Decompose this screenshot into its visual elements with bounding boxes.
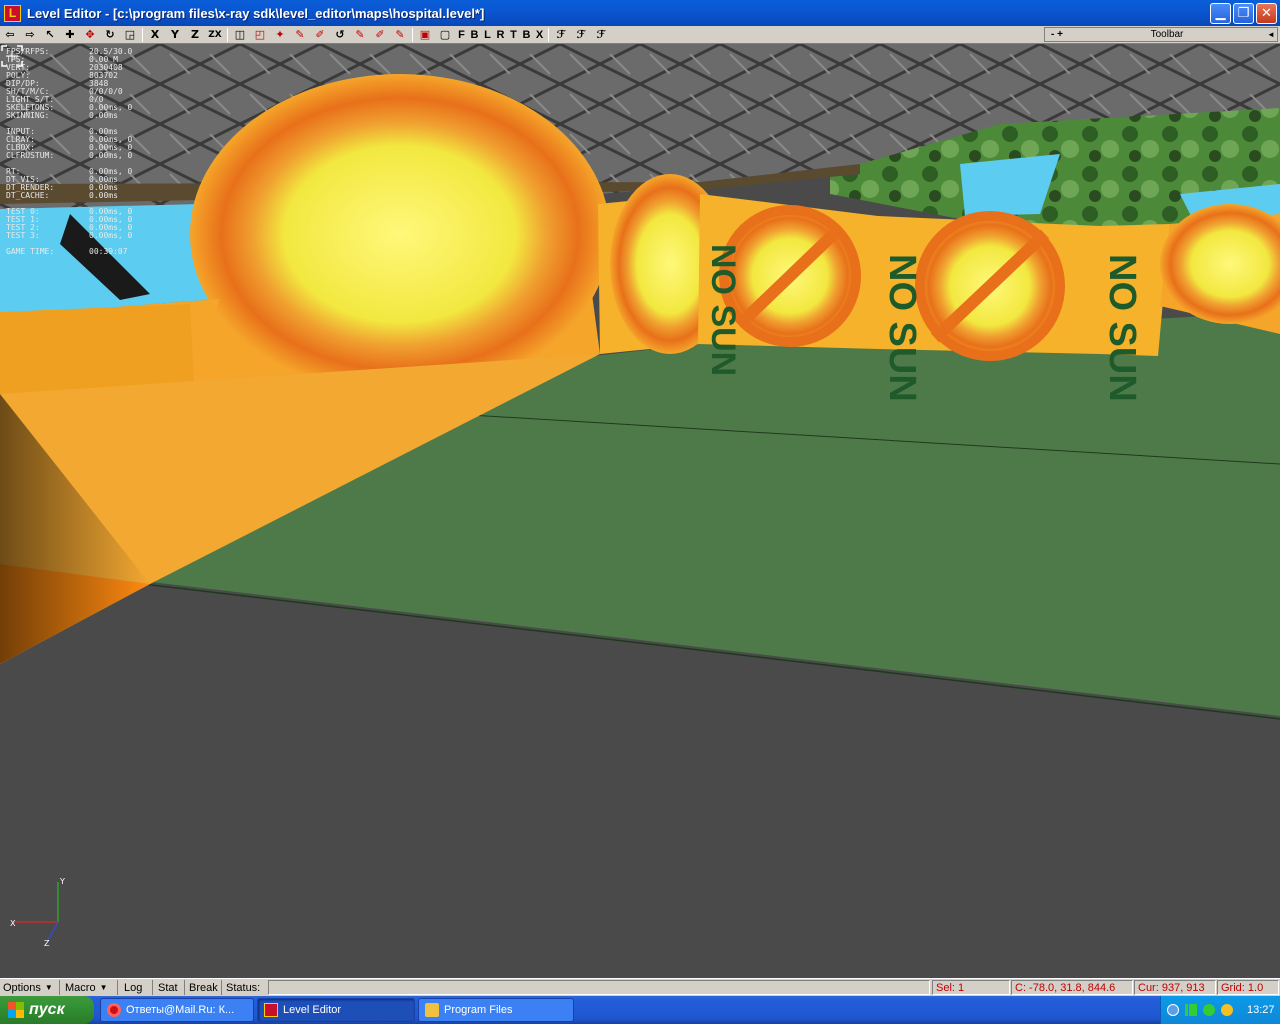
panel-title: Toolbar xyxy=(1150,29,1184,40)
stat-key: SKINNING: xyxy=(6,111,50,120)
billboard-text: NO SUN xyxy=(881,254,923,402)
stat-value: 0.00ms xyxy=(89,111,118,120)
zoom-extent-icon[interactable]: ▣ xyxy=(415,27,435,43)
axis-zx-button[interactable]: ZX xyxy=(205,27,225,43)
scale-tool-icon[interactable]: ◲ xyxy=(120,27,140,43)
level-editor-icon[interactable]: L xyxy=(4,4,21,22)
minimize-button[interactable]: ▁ xyxy=(1210,3,1231,24)
camera-planar-icon[interactable]: ℱ xyxy=(551,27,571,43)
opera-icon xyxy=(107,1003,121,1017)
snap-vertex-icon[interactable]: ✦ xyxy=(270,27,290,43)
crosshair-cursor-icon xyxy=(1,45,23,67)
stat-value: 00:39:07 xyxy=(89,247,128,256)
dropdown-arrow-icon: ▼ xyxy=(44,983,53,992)
camera-coordinates: C: -78.0, 31.8, 844.6 xyxy=(1011,980,1133,995)
stat-key: CLFRUSTUM: xyxy=(6,151,55,160)
gizmo-y-label: Y xyxy=(59,877,65,886)
options-menu-button[interactable]: Options ▼ xyxy=(0,980,60,995)
view-back-button[interactable]: B xyxy=(468,27,481,43)
tray-expand-icon[interactable] xyxy=(1167,1004,1179,1016)
redo-icon[interactable]: ⇨ xyxy=(20,27,40,43)
window-title: Level Editor - [c:\program files\x-ray s… xyxy=(27,5,485,21)
stat-key: DT_CACHE: xyxy=(6,191,50,200)
billboard-text: NO SUN xyxy=(1101,254,1143,402)
snap-grid-icon[interactable]: ◫ xyxy=(230,27,250,43)
status-label: Status: xyxy=(226,981,261,994)
level-editor-icon xyxy=(264,1003,278,1017)
move-tool-icon[interactable]: ✥ xyxy=(80,27,100,43)
panel-arrow-icon[interactable]: ◄ xyxy=(1265,30,1277,39)
gizmo-z-label: Z xyxy=(44,939,50,948)
select-cursor-icon[interactable]: ↖ xyxy=(40,27,60,43)
view-reset-button[interactable]: X xyxy=(533,27,546,43)
windows-logo-icon xyxy=(8,1002,24,1018)
billboard-text: NO SUN xyxy=(704,244,742,376)
taskbar-clock: 13:27 xyxy=(1247,1004,1275,1016)
cursor-position: Cur: 937, 913 xyxy=(1134,980,1216,995)
break-button[interactable]: Break xyxy=(186,980,222,995)
system-tray: 13:27 xyxy=(1160,996,1280,1024)
start-button[interactable]: пуск xyxy=(0,996,94,1024)
snap-scale-icon[interactable]: ✎ xyxy=(350,27,370,43)
close-button[interactable]: ✕ xyxy=(1256,3,1277,24)
dropdown-arrow-icon: ▼ xyxy=(99,983,108,992)
toolbar-separator xyxy=(227,27,228,42)
view-right-button[interactable]: R xyxy=(494,27,507,43)
gizmo-x-label: X xyxy=(10,919,16,928)
stat-value: 0.00ms, 0 xyxy=(89,231,133,240)
camera-free-fly-icon[interactable]: ℱ xyxy=(591,27,611,43)
windows-taskbar: пуск Ответы@Mail.Ru: К... Level Editor P… xyxy=(0,996,1280,1024)
macro-menu-button[interactable]: Macro ▼ xyxy=(62,980,118,995)
stat-key: TEST 3: xyxy=(6,231,40,240)
maximize-button[interactable]: ❐ xyxy=(1233,3,1254,24)
taskbar-item-program-files[interactable]: Program Files xyxy=(418,998,574,1022)
undo-icon[interactable]: ⇦ xyxy=(0,27,20,43)
start-label: пуск xyxy=(29,1001,65,1018)
view-bottom-button[interactable]: B xyxy=(520,27,533,43)
sun-texture xyxy=(190,74,610,394)
add-object-icon[interactable]: ✚ xyxy=(60,27,80,43)
snap-object-icon[interactable]: ◰ xyxy=(250,27,270,43)
view-top-button[interactable]: T xyxy=(507,27,520,43)
view-front-button[interactable]: F xyxy=(455,27,468,43)
status-green-icon[interactable] xyxy=(1203,1004,1215,1016)
network-signal-icon[interactable] xyxy=(1185,1004,1197,1016)
snap-pivot-icon[interactable]: ✐ xyxy=(370,27,390,43)
title-bar: L Level Editor - [c:\program files\x-ray… xyxy=(0,0,1280,26)
toolbar-panel-header: - + Toolbar ◄ xyxy=(1044,27,1278,42)
toolbar-separator xyxy=(142,27,143,42)
grid-size: Grid: 1.0 xyxy=(1217,980,1279,995)
snap-move-icon[interactable]: ✐ xyxy=(310,27,330,43)
scene-render: NO SUN NO SUN NO SUN Y X Z xyxy=(0,44,1280,978)
selection-count: Sel: 1 xyxy=(932,980,1010,995)
stat-key: GAME TIME: xyxy=(6,247,55,256)
axis-y-button[interactable]: Y xyxy=(165,27,185,43)
rotate-tool-icon[interactable]: ↻ xyxy=(100,27,120,43)
folder-icon xyxy=(425,1003,439,1017)
toolbar-separator xyxy=(548,27,549,42)
3d-viewport[interactable]: NO SUN NO SUN NO SUN Y X Z FPS/RFPS: 20.5… xyxy=(0,44,1280,978)
snap-angle-icon[interactable]: ✎ xyxy=(290,27,310,43)
toolbar-separator xyxy=(412,27,413,42)
status-text xyxy=(268,980,930,995)
status-bar: Options ▼ Macro ▼ Log Stat Break Status: S… xyxy=(0,978,1280,996)
view-left-button[interactable]: L xyxy=(481,27,494,43)
axis-x-button[interactable]: X xyxy=(145,27,165,43)
taskbar-item-browser[interactable]: Ответы@Mail.Ru: К... xyxy=(100,998,254,1022)
zoom-selected-icon[interactable]: ▢ xyxy=(435,27,455,43)
stat-button[interactable]: Stat xyxy=(155,980,185,995)
panel-expand-collapse[interactable]: - + xyxy=(1045,29,1069,40)
main-toolbar: ⇦ ⇨ ↖ ✚ ✥ ↻ ◲ X Y Z ZX ◫ ◰ ✦ ✎ ✐ ↺ ✎ ✐ ✎… xyxy=(0,26,1280,44)
messenger-icon[interactable] xyxy=(1221,1004,1233,1016)
snap-normal-icon[interactable]: ✎ xyxy=(390,27,410,43)
camera-arcball-icon[interactable]: ℱ xyxy=(571,27,591,43)
stat-value: 0.00ms, 0 xyxy=(89,151,133,160)
axis-z-button[interactable]: Z xyxy=(185,27,205,43)
taskbar-item-level-editor[interactable]: Level Editor xyxy=(257,998,415,1022)
snap-rotate-icon[interactable]: ↺ xyxy=(330,27,350,43)
stat-value: 0.00ms xyxy=(89,191,118,200)
log-button[interactable]: Log xyxy=(121,980,153,995)
